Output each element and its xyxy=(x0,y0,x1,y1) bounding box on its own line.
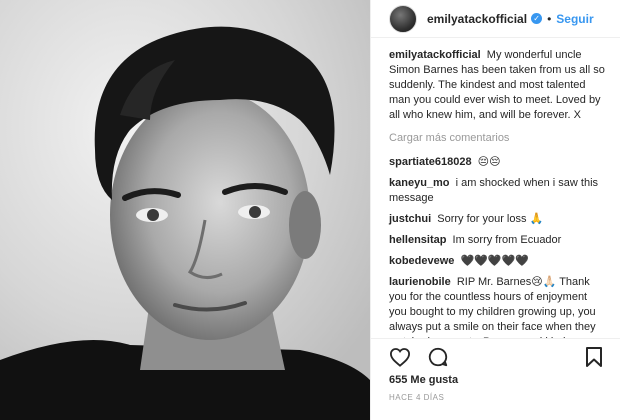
comment-username[interactable]: spartiate618028 xyxy=(389,156,472,168)
heart-icon[interactable] xyxy=(387,344,413,370)
comment-item: hellensitap Im sorry from Ecuador xyxy=(389,233,607,248)
comment-text: Im sorry from Ecuador xyxy=(452,234,562,246)
comment-item: spartiate618028 😔😔 xyxy=(389,155,607,170)
follow-button[interactable]: Seguir xyxy=(556,12,593,26)
comment-item: laurienobile RIP Mr. Barnes😢🙏🏻 Thank you… xyxy=(389,275,607,338)
comment-username[interactable]: kaneyu_mo xyxy=(389,177,450,189)
avatar[interactable] xyxy=(389,4,417,33)
comment-username[interactable]: justchui xyxy=(389,213,431,225)
comment-item: kaneyu_mo i am shocked when i saw this m… xyxy=(389,176,607,206)
post-header: emilyatackofficial ✓ • Seguir xyxy=(371,0,620,38)
comment-username[interactable]: hellensitap xyxy=(389,234,446,246)
action-bar xyxy=(371,338,620,374)
comment-text: 😔😔 xyxy=(477,156,501,168)
comments-list[interactable]: emilyatackofficial My wonderful uncle Si… xyxy=(371,38,620,338)
comment-username[interactable]: laurienobile xyxy=(389,276,451,288)
likes-count[interactable]: 655 Me gusta xyxy=(389,374,458,386)
load-more-comments-button[interactable]: Cargar más comentarios xyxy=(389,131,607,146)
post-photo[interactable] xyxy=(0,0,370,420)
comment-text: Sorry for your loss 🙏 xyxy=(437,213,544,225)
comment-username[interactable]: kobedevewe xyxy=(389,255,454,267)
post-timestamp: HACE 4 DÍAS xyxy=(389,393,445,402)
comment-text: 🖤🖤🖤🖤🖤 xyxy=(460,255,529,267)
caption-username[interactable]: emilyatackofficial xyxy=(389,49,481,61)
post-panel: emilyatackofficial ✓ • Seguir emilyatack… xyxy=(370,0,620,420)
comment-item: justchui Sorry for your loss 🙏 xyxy=(389,212,607,227)
post-caption: emilyatackofficial My wonderful uncle Si… xyxy=(389,48,607,123)
header-username[interactable]: emilyatackofficial xyxy=(427,12,527,26)
bookmark-icon[interactable] xyxy=(581,344,607,370)
comment-item: kobedevewe 🖤🖤🖤🖤🖤 xyxy=(389,254,607,269)
portrait-illustration xyxy=(0,0,370,420)
verified-badge-icon: ✓ xyxy=(531,13,543,24)
header-separator: • xyxy=(547,11,552,26)
comment-icon[interactable] xyxy=(425,344,451,370)
